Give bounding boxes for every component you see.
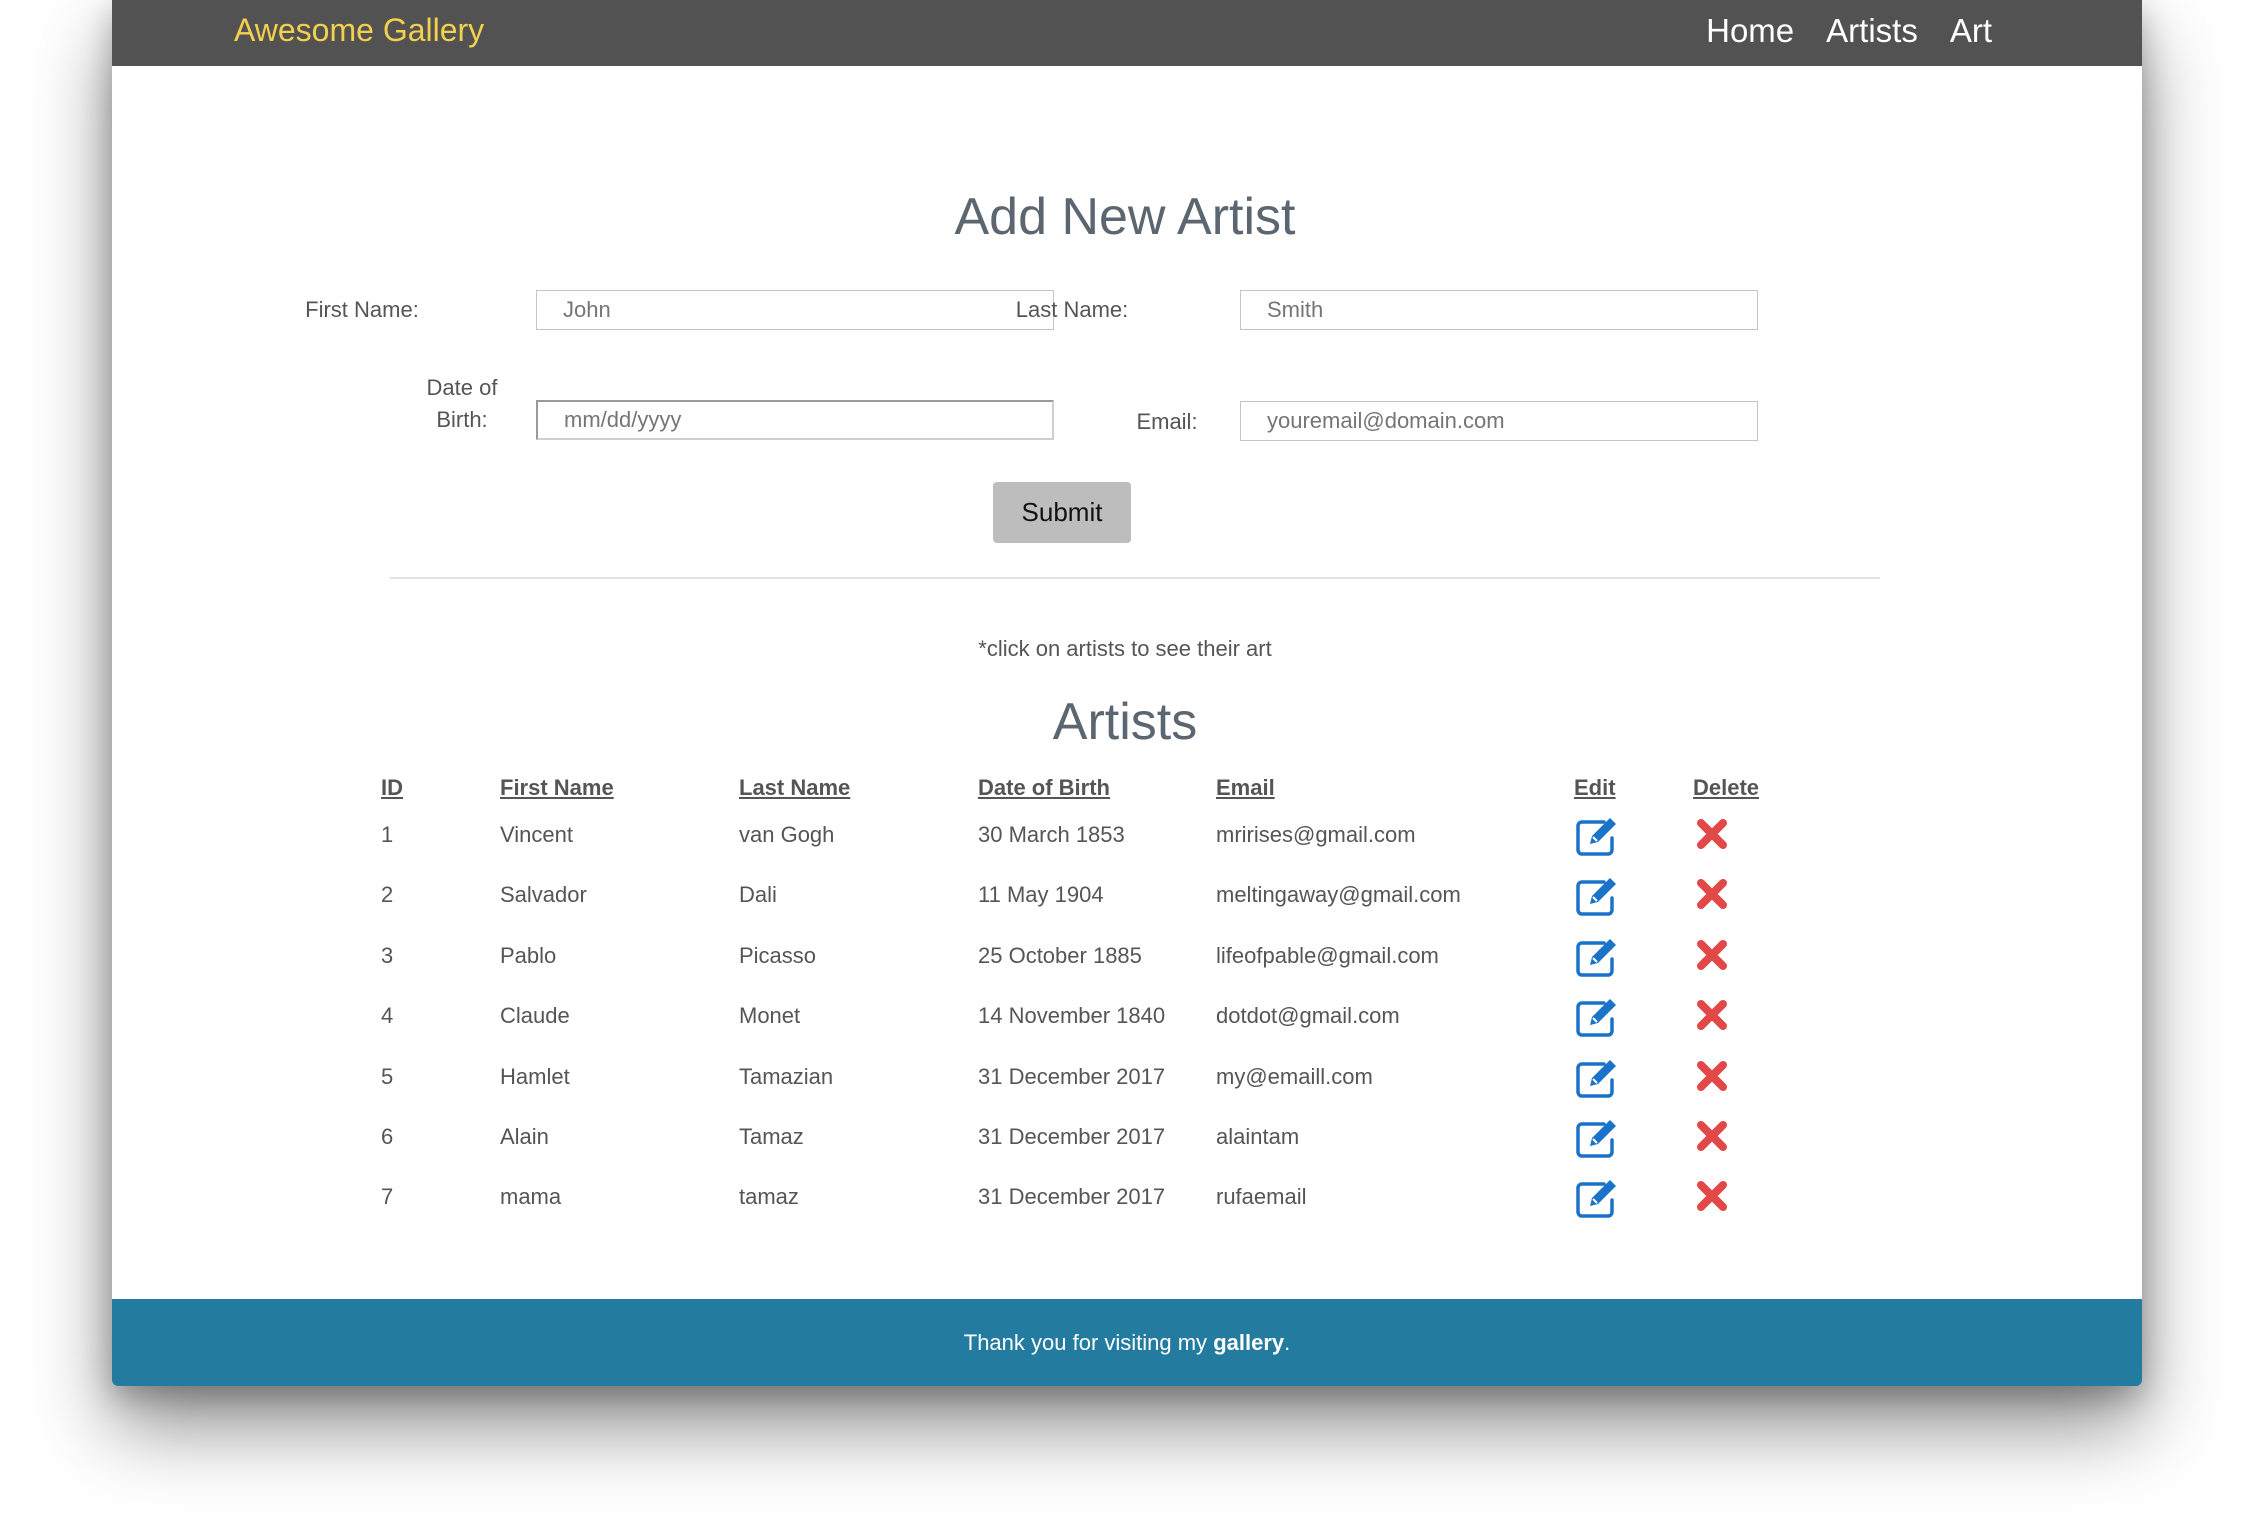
cell-last-name[interactable]: Tamaz (739, 1122, 804, 1152)
cell-dob: 11 May 1904 (978, 882, 1104, 907)
cell-email: mririses@gmail.com (1216, 822, 1416, 847)
delete-x-icon[interactable] (1692, 874, 1738, 914)
cell-last-name[interactable]: Tamazian (739, 1062, 833, 1092)
cell-first-name[interactable]: Vincent (500, 820, 573, 850)
browser-page: Awesome Gallery Home Artists Art Add New… (112, 0, 2142, 1386)
cell-id: 6 (381, 1124, 394, 1149)
brand-logo[interactable]: Awesome Gallery (234, 10, 484, 50)
cell-first-name[interactable]: Pablo (500, 941, 556, 971)
submit-button[interactable]: Submit (993, 482, 1131, 543)
top-navbar: Awesome Gallery Home Artists Art (112, 0, 2142, 66)
cell-dob: 25 October 1885 (978, 943, 1142, 968)
delete-x-icon[interactable] (1692, 814, 1738, 854)
section-divider (390, 577, 1880, 579)
dob-label: Date of Birth: (426, 375, 498, 432)
col-header-dob[interactable]: Date of Birth (978, 773, 1110, 803)
edit-pencil-icon[interactable] (1574, 816, 1620, 856)
cell-id: 3 (381, 943, 394, 968)
col-header-first-name[interactable]: First Name (500, 773, 614, 803)
dob-input[interactable] (536, 400, 1054, 440)
cell-id: 4 (381, 1003, 394, 1028)
cell-id: 5 (381, 1064, 394, 1089)
cell-last-name[interactable]: Picasso (739, 941, 816, 971)
cell-first-name[interactable]: Claude (500, 1001, 570, 1031)
cell-last-name[interactable]: tamaz (739, 1182, 799, 1212)
edit-pencil-icon[interactable] (1574, 1178, 1620, 1218)
col-header-edit[interactable]: Edit (1574, 773, 1616, 803)
cell-dob: 31 December 2017 (978, 1064, 1166, 1089)
cell-id: 2 (381, 882, 394, 907)
delete-x-icon[interactable] (1692, 1116, 1738, 1156)
footer-period: . (1284, 1330, 1291, 1355)
nav-link-home[interactable]: Home (1706, 10, 1794, 52)
col-header-id[interactable]: ID (381, 773, 403, 803)
cell-id: 1 (381, 822, 394, 847)
last-name-label: Last Name: (1015, 297, 1129, 322)
nav-links: Home Artists Art (1706, 10, 1992, 52)
artists-hint: *click on artists to see their art (978, 636, 1272, 661)
cell-last-name[interactable]: Monet (739, 1001, 800, 1031)
edit-pencil-icon[interactable] (1574, 1118, 1620, 1158)
cell-first-name[interactable]: Alain (500, 1122, 549, 1152)
cell-id: 7 (381, 1184, 394, 1209)
cell-email: lifeofpable@gmail.com (1216, 943, 1439, 968)
cell-email: rufaemail (1216, 1184, 1307, 1209)
delete-x-icon[interactable] (1692, 1056, 1738, 1096)
edit-pencil-icon[interactable] (1574, 997, 1620, 1037)
cell-last-name[interactable]: Dali (739, 880, 777, 910)
last-name-input[interactable] (1240, 290, 1758, 330)
delete-x-icon[interactable] (1692, 1176, 1738, 1216)
first-name-label: First Name: (305, 297, 419, 322)
cell-first-name[interactable]: Salvador (500, 880, 587, 910)
email-label: Email: (1136, 409, 1198, 434)
cell-dob: 31 December 2017 (978, 1184, 1166, 1209)
edit-pencil-icon[interactable] (1574, 876, 1620, 916)
cell-dob: 30 March 1853 (978, 822, 1125, 847)
footer-text: Thank you for visiting my (963, 1330, 1214, 1355)
cell-dob: 14 November 1840 (978, 1003, 1166, 1028)
footer-gallery-link[interactable]: gallery (1213, 1330, 1284, 1355)
nav-link-artists[interactable]: Artists (1826, 10, 1918, 52)
first-name-input[interactable] (536, 290, 1054, 330)
col-header-email[interactable]: Email (1216, 773, 1275, 803)
cell-email: alaintam (1216, 1124, 1300, 1149)
nav-link-art[interactable]: Art (1950, 10, 1992, 52)
cell-first-name[interactable]: Hamlet (500, 1062, 570, 1092)
delete-x-icon[interactable] (1692, 935, 1738, 975)
artists-title: Artists (1052, 693, 1198, 751)
cell-first-name[interactable]: mama (500, 1182, 561, 1212)
col-header-last-name[interactable]: Last Name (739, 773, 850, 803)
cell-last-name[interactable]: van Gogh (739, 820, 834, 850)
cell-email: dotdot@gmail.com (1216, 1003, 1400, 1028)
edit-pencil-icon[interactable] (1574, 937, 1620, 977)
edit-pencil-icon[interactable] (1574, 1058, 1620, 1098)
email-input[interactable] (1240, 401, 1758, 441)
form-title: Add New Artist (954, 188, 1296, 246)
cell-email: meltingaway@gmail.com (1216, 882, 1461, 907)
cell-dob: 31 December 2017 (978, 1124, 1166, 1149)
delete-x-icon[interactable] (1692, 995, 1738, 1035)
cell-email: my@emaill.com (1216, 1064, 1373, 1089)
footer: Thank you for visiting my gallery. (112, 1299, 2142, 1386)
col-header-delete[interactable]: Delete (1693, 773, 1759, 803)
